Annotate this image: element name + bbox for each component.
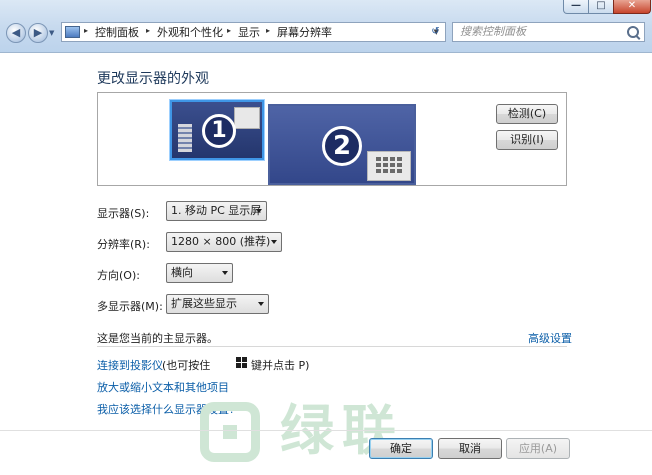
minimize-icon: — [571, 0, 581, 11]
orientation-label: 方向(O): [97, 269, 140, 282]
display-label: 显示器(S): [97, 207, 150, 220]
chevron-down-icon [256, 209, 262, 213]
multiple-displays-label: 多显示器(M): [97, 300, 163, 313]
text-size-link[interactable]: 放大或缩小文本和其他项目 [97, 379, 229, 395]
monitor-number-badge: 1 [202, 114, 236, 148]
windows-key-icon [236, 357, 247, 368]
breadcrumb-separator-icon[interactable]: ▸ [146, 26, 150, 35]
advanced-settings-link[interactable]: 高级设置 [528, 330, 572, 346]
page-title: 更改显示器的外观 [97, 71, 209, 87]
control-panel-icon [65, 26, 80, 38]
recent-pages-dropdown-icon[interactable]: ▼ [49, 29, 54, 37]
forward-button[interactable]: ▶ [28, 23, 48, 43]
apply-button[interactable]: 应用(A) [506, 438, 570, 459]
multiple-displays-select[interactable]: 扩展这些显示 [166, 294, 269, 314]
back-arrow-icon: ◀ [11, 26, 21, 39]
which-settings-help-link[interactable]: 我应该选择什么显示器设置? [97, 401, 235, 417]
monitor-1-thumbnail[interactable]: 1 [170, 100, 264, 160]
display-select[interactable]: 1. 移动 PC 显示屏 [166, 201, 267, 221]
cancel-button[interactable]: 取消 [438, 438, 502, 459]
back-button[interactable]: ◀ [6, 23, 26, 43]
connect-projector-link[interactable]: 连接到投影仪 [97, 357, 163, 373]
monitor-preview-area: 1 2 检测(C) 识别(I) [97, 92, 567, 186]
projector-hint-text: (也可按住 [162, 359, 211, 372]
breadcrumb-separator-icon[interactable]: ▸ [227, 26, 231, 35]
resolution-select[interactable]: 1280 × 800 (推荐) [166, 232, 282, 252]
resolution-select-value: 1280 × 800 (推荐) [171, 235, 271, 248]
desktop-icons-decoration [178, 124, 192, 152]
window-decoration [234, 107, 260, 129]
breadcrumb-separator-icon[interactable]: ▸ [266, 26, 270, 35]
chevron-down-icon [258, 302, 264, 306]
monitor-2-thumbnail[interactable]: 2 [268, 104, 416, 185]
breadcrumb-display[interactable]: 显示 [238, 26, 260, 39]
search-icon[interactable] [627, 26, 639, 38]
primary-display-note: 这是您当前的主显示器。 [97, 332, 218, 345]
close-button[interactable]: ✕ [613, 0, 651, 14]
divider [97, 346, 567, 347]
refresh-button[interactable]: ↺ [427, 24, 444, 40]
resolution-label: 分辨率(R): [97, 238, 150, 251]
maximize-icon: □ [596, 0, 606, 11]
forward-arrow-icon: ▶ [33, 26, 43, 39]
breadcrumb-separator-icon[interactable]: ▸ [84, 26, 88, 35]
chevron-down-icon [271, 240, 277, 244]
breadcrumb-appearance[interactable]: 外观和个性化 [157, 26, 223, 39]
minimize-button[interactable]: — [563, 0, 589, 14]
display-select-value: 1. 移动 PC 显示屏 [171, 204, 262, 217]
orientation-select[interactable]: 横向 [166, 263, 233, 283]
orientation-select-value: 横向 [171, 266, 193, 279]
detect-button[interactable]: 检测(C) [496, 104, 558, 124]
maximize-button[interactable]: □ [588, 0, 614, 14]
close-icon: ✕ [627, 0, 637, 11]
search-placeholder: 搜索控制面板 [460, 25, 526, 38]
chevron-down-icon [222, 271, 228, 275]
refresh-icon: ↺ [431, 26, 440, 37]
address-bar[interactable]: ▸ 控制面板 ▸ 外观和个性化 ▸ 显示 ▸ 屏幕分辨率 ▼ [61, 22, 446, 42]
title-bar: — □ ✕ ◀ ▶ ▼ ▸ 控制面板 ▸ 外观和个性化 ▸ 显示 ▸ 屏幕分辨率… [0, 0, 652, 53]
breadcrumb-control-panel[interactable]: 控制面板 [95, 26, 139, 39]
footer-divider [0, 430, 652, 431]
breadcrumb-screen-resolution[interactable]: 屏幕分辨率 [277, 26, 332, 39]
app-grid-decoration [367, 151, 411, 181]
monitor-number-badge: 2 [322, 126, 362, 166]
projector-hint-text-2: 键并点击 P) [251, 359, 310, 372]
identify-button[interactable]: 识别(I) [496, 130, 558, 150]
multiple-displays-select-value: 扩展这些显示 [171, 297, 237, 310]
ok-button[interactable]: 确定 [369, 438, 433, 459]
search-input[interactable]: 搜索控制面板 [452, 22, 645, 42]
